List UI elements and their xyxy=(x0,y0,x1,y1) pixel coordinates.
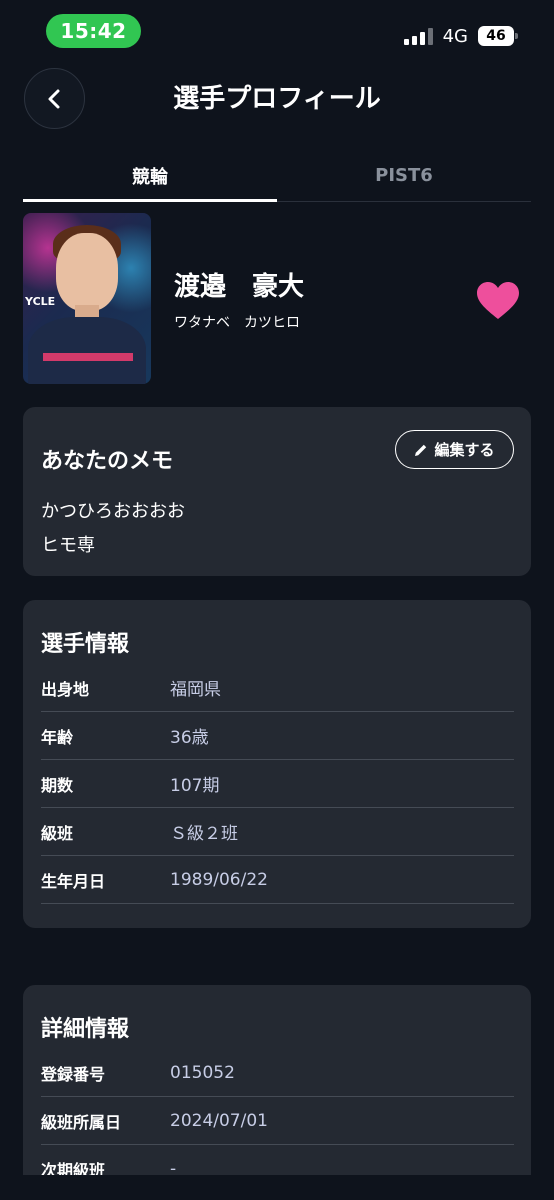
status-indicators: 4G 46 xyxy=(403,22,518,50)
row-label: 年齢 xyxy=(41,727,74,747)
photo-logo-text: YCLE xyxy=(25,295,56,308)
memo-title: あなたのメモ xyxy=(41,449,174,474)
row-label: 生年月日 xyxy=(41,871,106,891)
memo-card: あなたのメモ 編集する かつひろおおおお ヒモ専 xyxy=(23,407,531,576)
row-label: 級班 xyxy=(41,823,74,843)
network-type: 4G xyxy=(442,25,468,47)
battery-icon: 46 xyxy=(478,26,518,46)
row-label: 出身地 xyxy=(41,679,90,699)
memo-line: ヒモ専 xyxy=(41,535,95,556)
edit-button-label: 編集する xyxy=(434,441,495,459)
row-value: 36歳 xyxy=(170,728,209,748)
pencil-icon xyxy=(415,444,427,456)
player-info-card: 選手情報 出身地 福岡県 年齢 36歳 期数 107期 級班 Ｓ級２班 生年月日… xyxy=(23,600,531,928)
row-label: 期数 xyxy=(41,775,74,795)
tab-keirin[interactable]: 競輪 xyxy=(23,150,277,202)
detail-info-card: 詳細情報 登録番号 015052 級班所属日 2024/07/01 次期級班 - xyxy=(23,985,531,1200)
row-label: 登録番号 xyxy=(41,1064,106,1084)
row-value: Ｓ級２班 xyxy=(170,824,238,844)
row-value: 015052 xyxy=(170,1062,235,1083)
tab-pist6[interactable]: PIST6 xyxy=(277,150,531,201)
tab-bar: 競輪 PIST6 xyxy=(23,150,531,202)
info-row-age: 年齢 36歳 xyxy=(41,712,514,760)
row-value: 福岡県 xyxy=(170,680,221,700)
info-row-registration-number: 登録番号 015052 xyxy=(41,1049,514,1097)
memo-text: かつひろおおおお ヒモ専 xyxy=(41,495,185,563)
status-time: 15:42 xyxy=(46,14,141,48)
row-label: 級班所属日 xyxy=(41,1112,122,1132)
signal-icon xyxy=(403,27,433,45)
player-name: 渡邉 豪大 xyxy=(174,272,305,302)
detail-info-list: 登録番号 015052 級班所属日 2024/07/01 次期級班 - xyxy=(41,1049,514,1193)
player-photo: YCLE xyxy=(23,213,151,384)
heart-icon[interactable] xyxy=(476,281,520,321)
info-row-term: 期数 107期 xyxy=(41,760,514,808)
player-info-list: 出身地 福岡県 年齢 36歳 期数 107期 級班 Ｓ級２班 生年月日 1989… xyxy=(41,664,514,904)
detail-info-title: 詳細情報 xyxy=(41,1017,130,1042)
player-profile-screen: 15:42 4G 46 選手プロフィール 競輪 PIST6 YCLE 渡邉 豪大… xyxy=(0,0,554,1200)
memo-line: かつひろおおおお xyxy=(41,501,185,522)
info-row-birthdate: 生年月日 1989/06/22 xyxy=(41,856,514,904)
player-info-title: 選手情報 xyxy=(41,632,130,657)
player-name-kana: ワタナベ カツヒロ xyxy=(174,315,300,331)
info-row-hometown: 出身地 福岡県 xyxy=(41,664,514,712)
page-title: 選手プロフィール xyxy=(173,84,381,114)
row-value: 107期 xyxy=(170,776,220,796)
bottom-safe-area xyxy=(0,1175,554,1200)
row-value: 1989/06/22 xyxy=(170,869,268,890)
info-row-class-date: 級班所属日 2024/07/01 xyxy=(41,1097,514,1145)
row-value: 2024/07/01 xyxy=(170,1110,268,1131)
info-row-class: 級班 Ｓ級２班 xyxy=(41,808,514,856)
edit-memo-button[interactable]: 編集する xyxy=(395,430,514,469)
